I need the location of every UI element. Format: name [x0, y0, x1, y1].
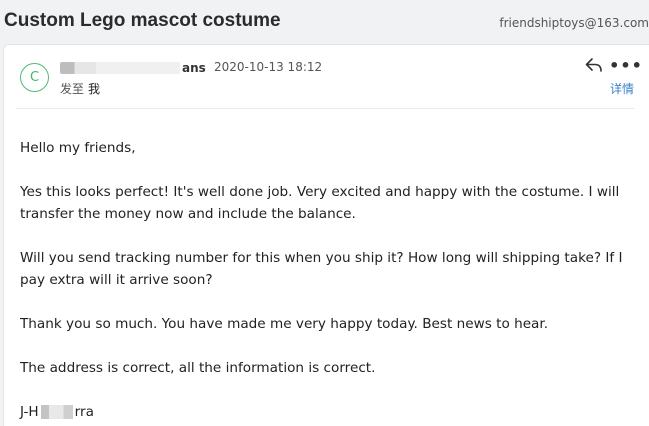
greeting: Hello my friends,: [20, 140, 136, 156]
header-divider: [16, 108, 634, 109]
body-paragraph-1: Yes this looks perfect! It's well done j…: [20, 184, 620, 222]
message-body: Hello my friends, Yes this looks perfect…: [20, 137, 640, 423]
body-paragraph-4: The address is correct, all the informat…: [20, 360, 376, 376]
reply-button[interactable]: [584, 55, 604, 75]
mailbox-address: friendshiptoys@163.com: [499, 16, 649, 30]
body-paragraph-3: Thank you so much. You have made me very…: [20, 316, 549, 332]
body-paragraph-2: Will you send tracking number for this w…: [20, 250, 623, 288]
reply-icon: [585, 58, 602, 72]
message-date: 2020-10-13 18:12: [214, 60, 323, 74]
sender-name[interactable]: ans: [60, 59, 206, 77]
sender-name-suffix: ans: [182, 61, 206, 75]
sender-avatar[interactable]: C: [20, 63, 49, 92]
details-link[interactable]: 详情: [610, 80, 634, 97]
signature-end: rra: [74, 404, 94, 420]
message-card: C ans 2020-10-13 18:12 发至我 ••• 详情 Hello …: [3, 44, 649, 426]
signature: J-H rra: [20, 401, 640, 423]
redacted-signature: [40, 405, 73, 419]
email-subject: Custom Lego mascot costume: [4, 10, 281, 31]
recipient-line: 发至我: [60, 80, 100, 97]
to-label: 发至: [60, 82, 85, 96]
redacted-sender-name: [60, 62, 180, 74]
recipient-name[interactable]: 我: [88, 82, 100, 96]
more-options-button[interactable]: •••: [609, 55, 642, 75]
signature-start: J-H: [20, 404, 39, 420]
mail-header-bar: Custom Lego mascot costume friendshiptoy…: [0, 0, 649, 44]
